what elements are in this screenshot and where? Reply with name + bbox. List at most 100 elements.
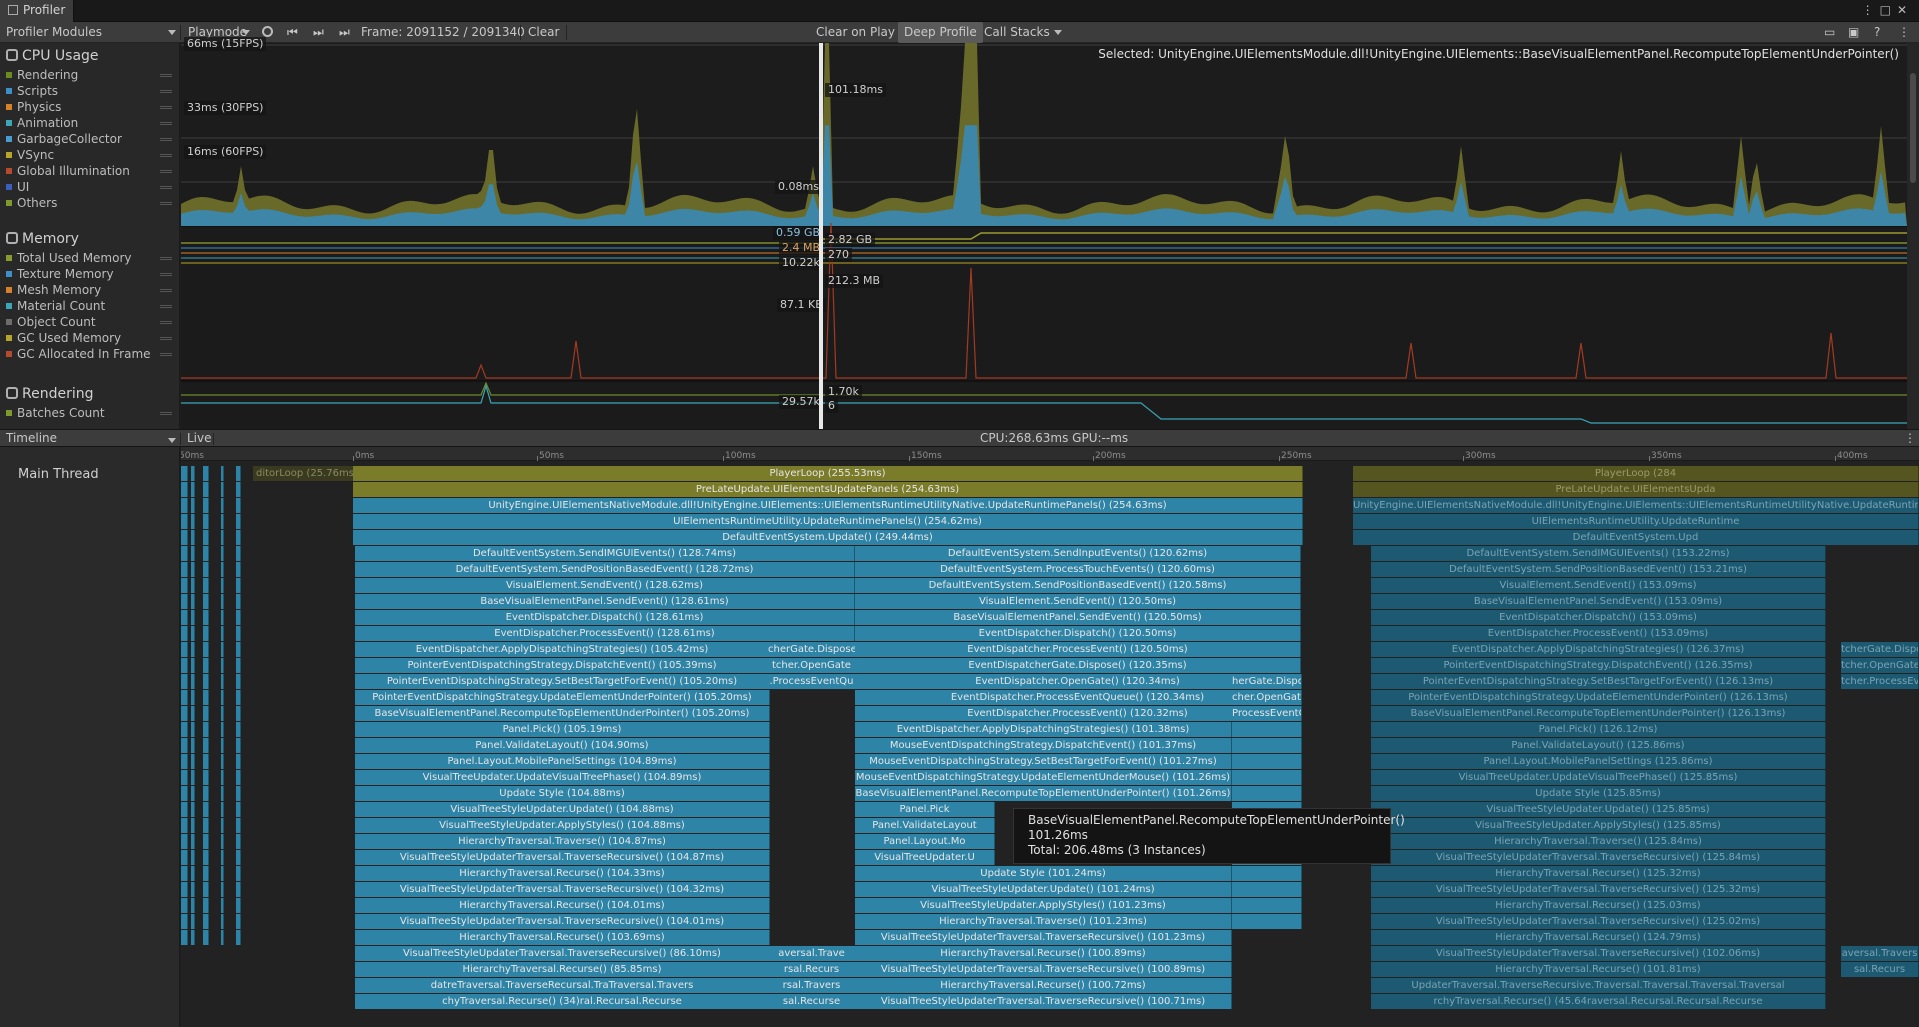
- sample-bar[interactable]: [221, 738, 224, 753]
- load-button[interactable]: ▭: [1818, 22, 1841, 43]
- sample-bar[interactable]: [203, 786, 209, 801]
- sample-bar[interactable]: [203, 610, 209, 625]
- sample-bar[interactable]: [236, 530, 241, 545]
- sample-bar[interactable]: sal.Recurse: [768, 994, 856, 1009]
- sample-bar[interactable]: [221, 898, 224, 913]
- sample-bar[interactable]: UnityEngine.UIElementsNativeModule.dll!U…: [353, 498, 1303, 513]
- sample-bar[interactable]: [203, 706, 209, 721]
- sample-bar[interactable]: [203, 482, 209, 497]
- sample-bar[interactable]: [191, 530, 195, 545]
- legend-swatch[interactable]: [6, 287, 12, 293]
- sample-bar[interactable]: [191, 498, 195, 513]
- legend-item[interactable]: GC Used Memory: [0, 330, 180, 346]
- sample-bar[interactable]: [221, 706, 224, 721]
- sample-bar[interactable]: VisualElement.SendEvent() (120.50ms): [855, 594, 1301, 609]
- drag-handle-icon[interactable]: [160, 321, 172, 324]
- legend-item[interactable]: GC Allocated In Frame: [0, 346, 180, 362]
- sample-bar[interactable]: VisualTreeStyleUpdaterTraversal.Traverse…: [1371, 850, 1826, 865]
- legend-item[interactable]: Batches Count: [0, 405, 180, 421]
- sample-bar[interactable]: tcherGate.Dispo: [1841, 642, 1919, 657]
- sample-bar[interactable]: PointerEventDispatchingStrategy.SetBestT…: [355, 674, 770, 689]
- sample-bar[interactable]: [181, 546, 188, 561]
- module-header[interactable]: CPU Usage: [0, 45, 180, 67]
- sample-bar[interactable]: [191, 706, 195, 721]
- charts-svg[interactable]: [181, 43, 1907, 429]
- legend-item[interactable]: Rendering: [0, 67, 180, 83]
- module-rendering[interactable]: Rendering Batches Count: [0, 383, 180, 421]
- sample-bar[interactable]: VisualElement.SendEvent() (153.09ms): [1371, 578, 1826, 593]
- sample-bar[interactable]: [203, 562, 209, 577]
- sample-bar[interactable]: MouseEventDispatchingStrategy.SetBestTar…: [855, 754, 1232, 769]
- sample-bar[interactable]: [221, 834, 224, 849]
- sample-bar[interactable]: [1232, 786, 1302, 801]
- sample-bar[interactable]: [221, 626, 224, 641]
- drag-handle-icon[interactable]: [160, 289, 172, 292]
- window-controls[interactable]: ⋮□✕: [1862, 3, 1913, 17]
- sample-bar[interactable]: [203, 498, 209, 513]
- legend-item[interactable]: VSync: [0, 147, 180, 163]
- sample-bar[interactable]: [181, 706, 188, 721]
- sample-bar[interactable]: PlayerLoop (255.53ms): [353, 466, 1303, 481]
- sample-bar[interactable]: [191, 578, 195, 593]
- sample-bar[interactable]: PointerEventDispatchingStrategy.UpdateEl…: [1371, 690, 1826, 705]
- sample-bar[interactable]: tcher.OpenGate: [768, 658, 856, 673]
- drag-handle-icon[interactable]: [160, 186, 172, 189]
- sample-bar[interactable]: [221, 530, 224, 545]
- sample-bar[interactable]: [191, 546, 195, 561]
- sample-bar[interactable]: Panel.Pick: [855, 802, 995, 817]
- sample-bar[interactable]: HierarchyTraversal.Recurse() (103.69ms): [355, 930, 770, 945]
- sample-bar[interactable]: [236, 610, 241, 625]
- sample-bar[interactable]: [191, 642, 195, 657]
- sample-bar[interactable]: DefaultEventSystem.SendIMGUIEvents() (12…: [355, 546, 855, 561]
- sample-bar[interactable]: [236, 738, 241, 753]
- sample-bar[interactable]: VisualTreeStyleUpdaterTraversal.Traverse…: [355, 914, 770, 929]
- drag-handle-icon[interactable]: [160, 412, 172, 415]
- sample-bar[interactable]: [203, 866, 209, 881]
- sample-bar[interactable]: [203, 898, 209, 913]
- sample-bar[interactable]: [1232, 898, 1302, 913]
- sample-bar[interactable]: [191, 898, 195, 913]
- sample-bar[interactable]: Update Style (101.24ms): [855, 866, 1232, 881]
- sample-bar[interactable]: [236, 562, 241, 577]
- sample-bar[interactable]: [181, 626, 188, 641]
- legend-swatch[interactable]: [6, 271, 12, 277]
- sample-bar[interactable]: [203, 722, 209, 737]
- drag-handle-icon[interactable]: [160, 106, 172, 109]
- sample-bar[interactable]: UnityEngine.UIElementsNativeModule.dll!U…: [1353, 498, 1919, 513]
- sample-bar[interactable]: EventDispatcher.ApplyDispatchingStrategi…: [855, 722, 1232, 737]
- sample-bar[interactable]: VisualTreeStyleUpdaterTraversal.Traverse…: [855, 962, 1232, 977]
- profiler-modules-dropdown[interactable]: Profiler Modules: [0, 22, 180, 43]
- sample-bar[interactable]: VisualTreeStyleUpdater.ApplyStyles() (10…: [855, 898, 1232, 913]
- sample-bar[interactable]: aversal.Trave: [768, 946, 856, 961]
- legend-item[interactable]: Others: [0, 195, 180, 211]
- legend-swatch[interactable]: [6, 72, 12, 78]
- sample-bar[interactable]: HierarchyTraversal.Recurse() (101.81ms): [1371, 962, 1826, 977]
- sample-bar[interactable]: UpdaterTraversal.TraverseRecursive.Trave…: [1371, 978, 1826, 993]
- sample-bar[interactable]: EventDispatcher.ProcessEvent() (153.09ms…: [1371, 626, 1826, 641]
- sample-bar[interactable]: tcher.OpenGate: [1841, 658, 1919, 673]
- sample-bar[interactable]: [236, 642, 241, 657]
- drag-handle-icon[interactable]: [160, 154, 172, 157]
- sample-bar[interactable]: [181, 578, 188, 593]
- sample-bar[interactable]: [191, 722, 195, 737]
- sample-bar[interactable]: [191, 626, 195, 641]
- legend-item[interactable]: Scripts: [0, 83, 180, 99]
- sample-bar[interactable]: HierarchyTraversal.Recurse() (104.01ms): [355, 898, 770, 913]
- sample-bar[interactable]: [221, 642, 224, 657]
- sample-bar[interactable]: cher.OpenGate: [1232, 690, 1302, 705]
- sample-bar[interactable]: [181, 802, 188, 817]
- frame-cursor[interactable]: [819, 43, 823, 429]
- sample-bar[interactable]: VisualTreeStyleUpdaterTraversal.Traverse…: [1371, 946, 1826, 961]
- sample-bar[interactable]: BaseVisualElementPanel.SendEvent() (120.…: [855, 610, 1301, 625]
- view-mode-dropdown[interactable]: Timeline: [0, 430, 180, 448]
- sample-bar[interactable]: VisualTreeStyleUpdater.Update() (104.88m…: [355, 802, 770, 817]
- sample-bar[interactable]: [191, 658, 195, 673]
- sample-bar[interactable]: [181, 882, 188, 897]
- sample-bar[interactable]: [236, 546, 241, 561]
- legend-item[interactable]: Texture Memory: [0, 266, 180, 282]
- sample-bar[interactable]: HierarchyTraversal.Recurse() (100.72ms): [855, 978, 1232, 993]
- timeline-view[interactable]: 0ms 50ms 100ms 150ms 200ms 250ms 300ms 350ms 400…: [181, 447, 1919, 1027]
- sample-bar[interactable]: [1232, 866, 1302, 881]
- legend-item[interactable]: Mesh Memory: [0, 282, 180, 298]
- sample-bar[interactable]: [181, 770, 188, 785]
